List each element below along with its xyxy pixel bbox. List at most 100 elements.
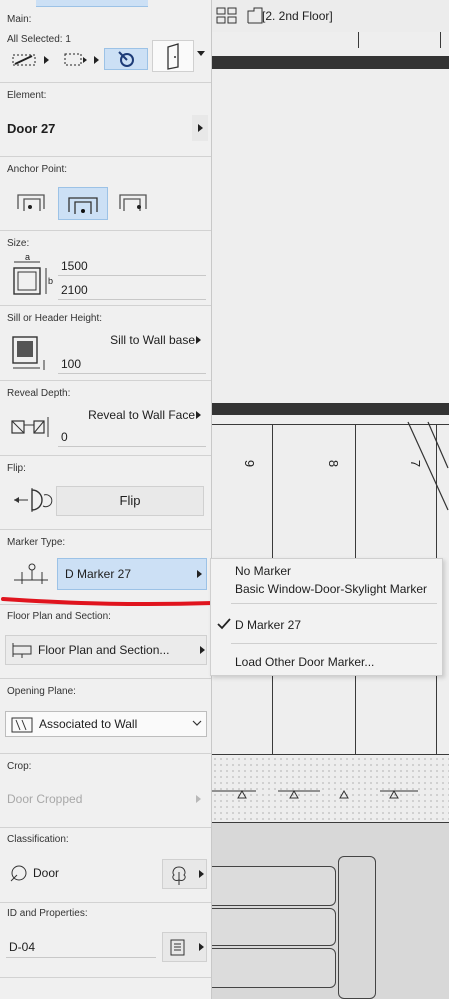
element-section: Element: Door 27	[0, 83, 211, 157]
floor-plan-chevron-icon	[200, 646, 205, 654]
marker-chevron-icon	[197, 570, 202, 578]
stair-edge	[212, 754, 449, 755]
magic-wand-button[interactable]	[104, 48, 148, 70]
slab-markers	[212, 789, 418, 799]
width-field[interactable]: 1500	[58, 256, 206, 276]
reveal-heading: Reveal Depth:	[7, 388, 71, 399]
marker-type-menu: No Marker Basic Window-Door-Skylight Mar…	[210, 558, 443, 676]
classification-section: Classification: Door	[0, 828, 211, 903]
classification-heading: Classification:	[7, 834, 69, 845]
size-heading: Size:	[7, 238, 30, 249]
checkmark-icon	[217, 618, 231, 630]
flip-heading: Flip:	[7, 463, 26, 474]
reveal-mode-label: Reveal to Wall Face	[88, 408, 195, 422]
selection-rect-icon	[64, 53, 99, 66]
marker-type-value: D Marker 27	[65, 567, 132, 581]
sill-icon	[10, 334, 50, 372]
door-icon	[167, 43, 179, 70]
marquee-select-button[interactable]	[10, 50, 52, 70]
opening-heading: Opening Plane:	[7, 686, 76, 697]
opening-plane-value: Associated to Wall	[39, 717, 138, 731]
properties-chevron-icon	[199, 943, 204, 951]
wall-line	[358, 32, 359, 48]
floor-plan-label: Floor Plan and Section...	[38, 643, 170, 657]
floor-name-label: [2. 2nd Floor]	[262, 9, 333, 23]
flip-button-label: Flip	[119, 493, 141, 508]
chevron-down-icon	[192, 720, 202, 726]
element-name: Door 27	[7, 121, 56, 136]
wall-band-top	[212, 56, 449, 69]
menu-separator	[231, 643, 437, 644]
element-settings-button[interactable]	[192, 115, 208, 141]
floor-plan-heading: Floor Plan and Section:	[7, 611, 111, 622]
size-section: Size: a b 1500 2100	[0, 231, 211, 306]
reveal-mode-dropdown[interactable]: Reveal to Wall Face	[60, 405, 205, 425]
sill-chevron-icon[interactable]	[196, 336, 201, 344]
anchor-right-button[interactable]	[112, 187, 158, 217]
anchor-left-button[interactable]	[10, 187, 56, 217]
properties-list-icon	[170, 939, 185, 956]
anchor-heading: Anchor Point:	[7, 164, 68, 175]
classification-value: Door	[33, 866, 60, 880]
marker-type-dropdown[interactable]: D Marker 27	[57, 558, 207, 590]
reveal-chevron-icon[interactable]	[196, 411, 201, 419]
sill-value-field[interactable]: 100	[58, 354, 206, 374]
anchor-section: Anchor Point:	[0, 157, 211, 231]
sofa-cushion	[212, 948, 336, 988]
anchor-center-icon	[68, 197, 98, 214]
sill-mode-label: Sill to Wall base	[110, 333, 195, 347]
wall-line	[440, 32, 441, 48]
sill-heading: Sill or Header Height:	[7, 313, 103, 324]
opening-plane-icon	[11, 717, 33, 733]
reveal-icon	[10, 413, 52, 443]
anchor-right-icon	[119, 194, 147, 211]
marker-icon	[12, 562, 50, 588]
reveal-value-field[interactable]: 0	[58, 427, 206, 447]
width-axis-label: a	[25, 252, 31, 262]
stair-number: 7	[408, 459, 424, 468]
door-tool-dropdown-icon[interactable]	[197, 51, 205, 56]
anchor-center-button[interactable]	[58, 187, 108, 220]
red-underline-annotation	[1, 597, 215, 607]
chevron-right-icon	[198, 124, 203, 132]
door-tool-button[interactable]	[152, 40, 194, 72]
grid-view-icon[interactable]	[216, 7, 238, 25]
sill-mode-dropdown[interactable]: Sill to Wall base	[60, 330, 205, 350]
flip-icon	[10, 486, 54, 514]
size-icon: a b	[8, 252, 54, 298]
magic-wand-icon	[118, 51, 134, 67]
stair-number: 9	[242, 459, 258, 468]
tree-icon	[172, 866, 186, 885]
opening-plane-select[interactable]: Associated to Wall	[5, 711, 207, 737]
flip-section: Flip: Flip	[0, 456, 211, 530]
anchor-left-icon	[17, 194, 45, 211]
info-box-panel: Main: All Selected: 1 Element: Door 27 A…	[0, 0, 212, 999]
selection-count: All Selected: 1	[7, 34, 71, 45]
floor-plan-button[interactable]: Floor Plan and Section...	[5, 635, 207, 665]
menu-item-basic-marker[interactable]: Basic Window-Door-Skylight Marker	[235, 581, 427, 597]
properties-button[interactable]	[162, 932, 207, 962]
classification-button[interactable]	[162, 859, 207, 889]
sofa-armrest	[338, 856, 376, 999]
menu-item-no-marker[interactable]: No Marker	[235, 563, 291, 579]
flip-button[interactable]: Flip	[56, 486, 204, 516]
id-heading: ID and Properties:	[7, 908, 88, 919]
stair-arrow	[407, 421, 449, 511]
height-axis-label: b	[48, 276, 54, 286]
crop-chevron-icon	[196, 795, 201, 803]
id-field[interactable]: D-04	[6, 936, 156, 958]
sofa-cushion	[212, 908, 336, 946]
menu-item-d-marker-27[interactable]: D Marker 27	[235, 617, 301, 633]
crop-section: Crop: Door Cropped	[0, 754, 211, 828]
element-heading: Element:	[7, 90, 47, 101]
sill-section: Sill or Header Height: Sill to Wall base…	[0, 306, 211, 381]
main-heading: Main:	[7, 14, 32, 25]
selection-mode-button[interactable]	[60, 50, 102, 70]
menu-separator	[231, 603, 437, 604]
floor-plan-canvas[interactable]: [2. 2nd Floor] 9 8 7	[212, 0, 449, 999]
crop-heading: Crop:	[7, 761, 32, 772]
main-section: Main: All Selected: 1	[0, 0, 211, 83]
height-field[interactable]: 2100	[58, 280, 206, 300]
menu-item-load-other[interactable]: Load Other Door Marker...	[235, 654, 374, 670]
sofa-cushion	[212, 866, 336, 906]
